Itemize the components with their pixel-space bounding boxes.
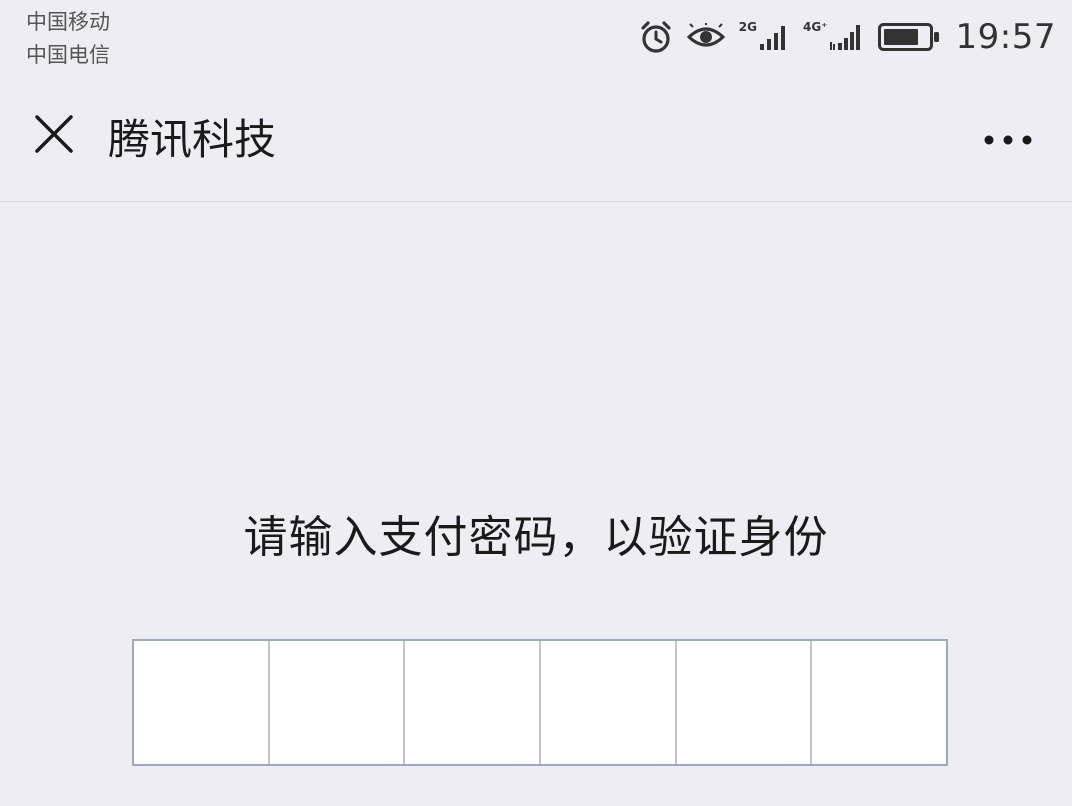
status-time: 19:57 xyxy=(955,17,1056,57)
signal-2g-icon: 2G xyxy=(738,20,789,52)
signal-4g-icon: 4G⁺ xyxy=(802,20,864,52)
carrier-info: 中国移动 中国电信 xyxy=(26,6,110,72)
network-type-4g: 4G⁺ xyxy=(802,20,828,34)
battery-icon xyxy=(877,22,940,52)
carrier-2: 中国电信 xyxy=(26,43,110,67)
pin-digit-1[interactable] xyxy=(134,641,270,764)
alarm-icon xyxy=(639,20,673,54)
payment-password-input[interactable] xyxy=(132,639,948,766)
status-icons: 2G 4G⁺ 19:57 xyxy=(639,14,1056,60)
pin-digit-6[interactable] xyxy=(812,641,946,764)
page-title: 腾讯科技 xyxy=(108,115,277,164)
close-icon xyxy=(34,114,74,158)
pin-digit-5[interactable] xyxy=(677,641,813,764)
password-prompt: 请输入支付密码，以验证身份 xyxy=(243,512,829,563)
eye-icon xyxy=(686,23,725,51)
pin-digit-2[interactable] xyxy=(270,641,406,764)
status-bar: 中国移动 中国电信 2G 4G⁺ 19:57 xyxy=(0,0,1072,76)
carrier-1: 中国移动 xyxy=(26,10,110,34)
title-bar: 腾讯科技 xyxy=(0,76,1072,202)
more-dots-icon xyxy=(983,131,1033,150)
pin-digit-4[interactable] xyxy=(541,641,677,764)
network-type-2g: 2G xyxy=(738,20,757,34)
close-button[interactable] xyxy=(24,106,84,166)
pin-digit-3[interactable] xyxy=(405,641,542,764)
more-button[interactable] xyxy=(978,112,1038,168)
